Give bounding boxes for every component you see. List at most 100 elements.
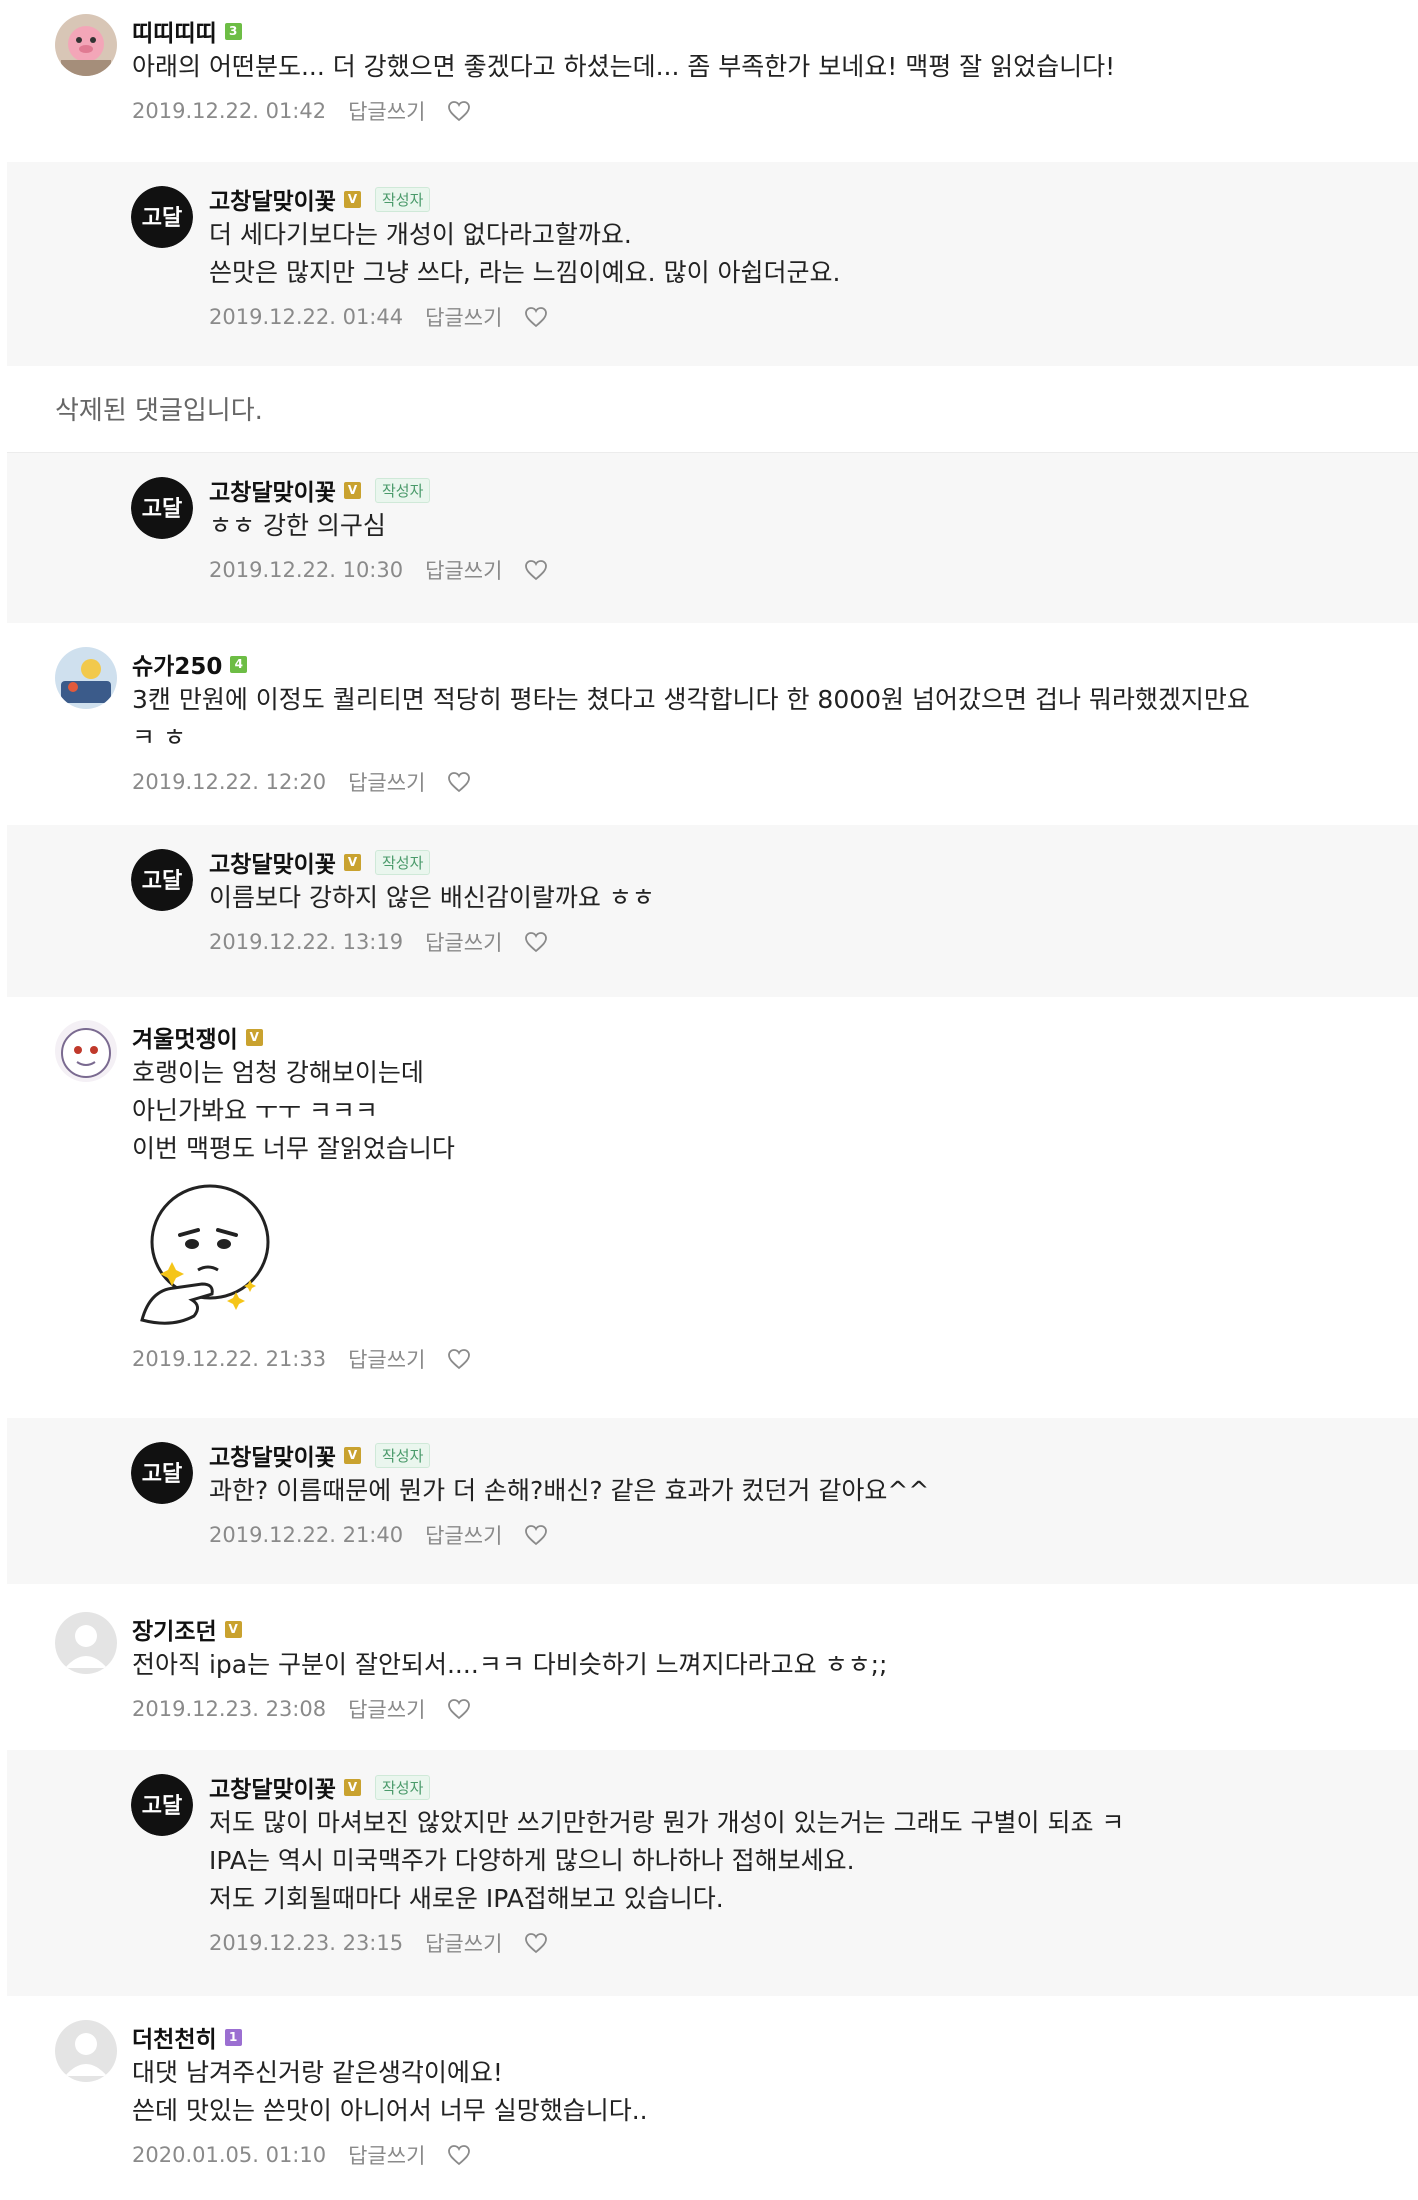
comment-text: 이름보다 강하지 않은 배신감이랄까요 ㅎㅎ	[209, 879, 1398, 917]
reply-link[interactable]: 답글쓰기	[348, 2140, 425, 2170]
author-badge: 작성자	[374, 1442, 431, 1468]
commenter-name[interactable]: 고창달맞이꽃	[209, 182, 336, 216]
commenter-name[interactable]: 고창달맞이꽃	[209, 1770, 336, 1804]
reply-link[interactable]: 답글쓰기	[348, 1344, 425, 1374]
like-heart-icon[interactable]	[447, 771, 471, 793]
author-reply: 고달 고창달맞이꽃 V 작성자 저도 많이 마셔보진 않았지만 쓰기만한거랑 뭔…	[7, 1750, 1418, 1996]
avatar[interactable]	[55, 647, 117, 709]
level-badge: 1	[224, 2028, 242, 2046]
like-heart-icon[interactable]	[447, 100, 471, 122]
thumbs-up-sticker-icon	[140, 1184, 270, 1325]
comment-line: ㅋ ㅎ	[132, 723, 186, 752]
commenter-name[interactable]: 슈가250	[132, 647, 222, 681]
comment-line: 더 세다기보다는 개성이 없다라고할까요.	[209, 220, 632, 249]
svg-text:고달: 고달	[142, 1794, 182, 1819]
author-reply: 고달 고창달맞이꽃 V 작성자 더 세다기보다는 개성이 없다라고할까요. 쓴맛은…	[7, 162, 1418, 366]
commenter-name[interactable]: 더천천히	[132, 2020, 217, 2054]
default-avatar-icon[interactable]	[55, 2020, 117, 2082]
level-badge: V	[224, 1620, 242, 1638]
comment-line: 아닌가봐요 ㅜㅜ ㅋㅋㅋ	[132, 1096, 378, 1125]
reply-link[interactable]: 답글쓰기	[425, 1520, 502, 1550]
comment-text: 3캔 만원에 이정도 퀄리티면 적당히 평타는 쳤다고 생각합니다 한 8000…	[132, 681, 1398, 757]
author-badge: 작성자	[374, 1774, 431, 1800]
comment-date: 2019.12.22. 13:19	[209, 930, 404, 954]
comment-line: IPA는 역시 미국맥주가 다양하게 많으니 하나하나 접해보세요.	[209, 1846, 855, 1875]
avatar[interactable]: 고달	[131, 186, 193, 248]
like-heart-icon[interactable]	[447, 1348, 471, 1370]
svg-text:고달: 고달	[142, 206, 182, 231]
commenter-name[interactable]: 고창달맞이꽃	[209, 845, 336, 879]
comment-date: 2019.12.23. 23:08	[132, 1697, 327, 1721]
comment-date: 2019.12.23. 23:15	[209, 1931, 404, 1955]
comment-line: 전아직 ipa는 구분이 잘안되서....ㅋㅋ 다비슷하기 느껴지다라고요 ㅎㅎ…	[132, 1650, 888, 1679]
comment-date: 2020.01.05. 01:10	[132, 2143, 327, 2167]
reply-link[interactable]: 답글쓰기	[425, 302, 502, 332]
commenter-name[interactable]: 띠띠띠띠	[132, 14, 217, 48]
avatar[interactable]: 고달	[131, 849, 193, 911]
level-badge: V	[343, 1778, 361, 1796]
like-heart-icon[interactable]	[524, 931, 548, 953]
comment: 슈가250 4 3캔 만원에 이정도 퀄리티면 적당히 평타는 쳤다고 생각합니…	[0, 647, 1418, 817]
comment-text: 더 세다기보다는 개성이 없다라고할까요. 쓴맛은 많지만 그냥 쓰다, 라는 느…	[209, 216, 1398, 292]
level-badge: V	[343, 481, 361, 499]
avatar[interactable]: 고달	[131, 477, 193, 539]
comment-text: 호랭이는 엄청 강해보이는데아닌가봐요 ㅜㅜ ㅋㅋㅋ 이번 맥평도 너무 잘읽었습…	[132, 1054, 1398, 1168]
commenter-name[interactable]: 장기조던	[132, 1612, 217, 1646]
comment-line: 대댓 남겨주신거랑 같은생각이에요!	[132, 2058, 503, 2087]
comment-line: 이름보다 강하지 않은 배신감이랄까요 ㅎㅎ	[209, 883, 655, 912]
comment: 더천천히 1 대댓 남겨주신거랑 같은생각이에요! 쓴데 맛있는 쓴맛이 아니어서…	[0, 2020, 1418, 2195]
commenter-name[interactable]: 겨울멋쟁이	[132, 1020, 238, 1054]
reply-link[interactable]: 답글쓰기	[425, 1928, 502, 1958]
avatar[interactable]	[55, 14, 117, 76]
like-heart-icon[interactable]	[524, 1932, 548, 1954]
svg-text:고달: 고달	[142, 869, 182, 894]
comment-line: 이번 맥평도 너무 잘읽었습니다	[132, 1134, 455, 1163]
comment-line: 과한? 이름때문에 뭔가 더 손해?배신? 같은 효과가 컸던거 같아요^^	[209, 1476, 930, 1505]
author-badge: 작성자	[374, 477, 431, 503]
author-badge: 작성자	[374, 186, 431, 212]
comment-line: 저도 많이 마셔보진 않았지만 쓰기만한거랑 뭔가 개성이 있는거는 그래도 구…	[209, 1808, 1125, 1837]
comment-line: 아래의 어떤분도... 더 강했으면 좋겠다고 하셨는데... 좀 부족한가 보…	[132, 52, 1116, 81]
deleted-comment: 삭제된 댓글입니다.	[55, 396, 263, 426]
level-badge: V	[343, 853, 361, 871]
default-avatar-icon[interactable]	[55, 1612, 117, 1674]
like-heart-icon[interactable]	[447, 2144, 471, 2166]
author-reply: 고달 고창달맞이꽃 V 작성자 과한? 이름때문에 뭔가 더 손해?배신? 같은…	[7, 1418, 1418, 1584]
reply-link[interactable]: 답글쓰기	[425, 555, 502, 585]
avatar[interactable]: 고달	[131, 1774, 193, 1836]
comment-text: 과한? 이름때문에 뭔가 더 손해?배신? 같은 효과가 컸던거 같아요^^	[209, 1472, 1398, 1510]
like-heart-icon[interactable]	[524, 306, 548, 328]
svg-text:고달: 고달	[142, 497, 182, 522]
comment: 띠띠띠띠 3 아래의 어떤분도... 더 강했으면 좋겠다고 하셨는데... 좀…	[0, 14, 1418, 164]
commenter-name[interactable]: 고창달맞이꽃	[209, 473, 336, 507]
comment-line: ㅎㅎ 강한 의구심	[209, 511, 386, 540]
comment: 장기조던 V 전아직 ipa는 구분이 잘안되서....ㅋㅋ 다비슷하기 느껴지…	[0, 1612, 1418, 1752]
comment-date: 2019.12.22. 12:20	[132, 770, 327, 794]
comment: 겨울멋쟁이 V 호랭이는 엄청 강해보이는데 아닌가봐요 ㅜㅜ ㅋㅋㅋ 이번 맥평도…	[0, 1020, 1418, 1420]
like-heart-icon[interactable]	[524, 1524, 548, 1546]
reply-link[interactable]: 답글쓰기	[348, 1694, 425, 1724]
comment-line: 호랭이는 엄청 강해보이는데	[132, 1058, 424, 1087]
reply-link[interactable]: 답글쓰기	[425, 927, 502, 957]
comment-date: 2019.12.22. 21:33	[132, 1347, 327, 1371]
comment-text: 전아직 ipa는 구분이 잘안되서....ㅋㅋ 다비슷하기 느껴지다라고요 ㅎㅎ…	[132, 1646, 1398, 1684]
reply-link[interactable]: 답글쓰기	[348, 767, 425, 797]
comment-text: 저도 많이 마셔보진 않았지만 쓰기만한거랑 뭔가 개성이 있는거는 그래도 구…	[209, 1804, 1398, 1918]
reply-link[interactable]: 답글쓰기	[348, 96, 425, 126]
level-badge: 4	[230, 655, 248, 673]
avatar[interactable]: 고달	[131, 1442, 193, 1504]
avatar[interactable]	[55, 1020, 117, 1082]
comment-date: 2019.12.22. 10:30	[209, 558, 404, 582]
comment-line: 저도 기회될때마다 새로운 IPA접해보고 있습니다.	[209, 1884, 724, 1913]
commenter-name[interactable]: 고창달맞이꽃	[209, 1438, 336, 1472]
comment-line: 쓴데 맛있는 쓴맛이 아니어서 너무 실망했습니다..	[132, 2096, 648, 2125]
comment-text: ㅎㅎ 강한 의구심	[209, 507, 1398, 545]
comment-date: 2019.12.22. 01:44	[209, 305, 404, 329]
level-badge: 3	[224, 22, 242, 40]
comment-line: 3캔 만원에 이정도 퀄리티면 적당히 평타는 쳤다고 생각합니다 한 8000…	[132, 685, 1250, 714]
author-reply: 고달 고창달맞이꽃 V 작성자 ㅎㅎ 강한 의구심 2019.12.22. 10…	[7, 453, 1418, 623]
like-heart-icon[interactable]	[447, 1698, 471, 1720]
like-heart-icon[interactable]	[524, 559, 548, 581]
comment-date: 2019.12.22. 21:40	[209, 1523, 404, 1547]
comment-text: 대댓 남겨주신거랑 같은생각이에요! 쓴데 맛있는 쓴맛이 아니어서 너무 실망했…	[132, 2054, 1398, 2130]
